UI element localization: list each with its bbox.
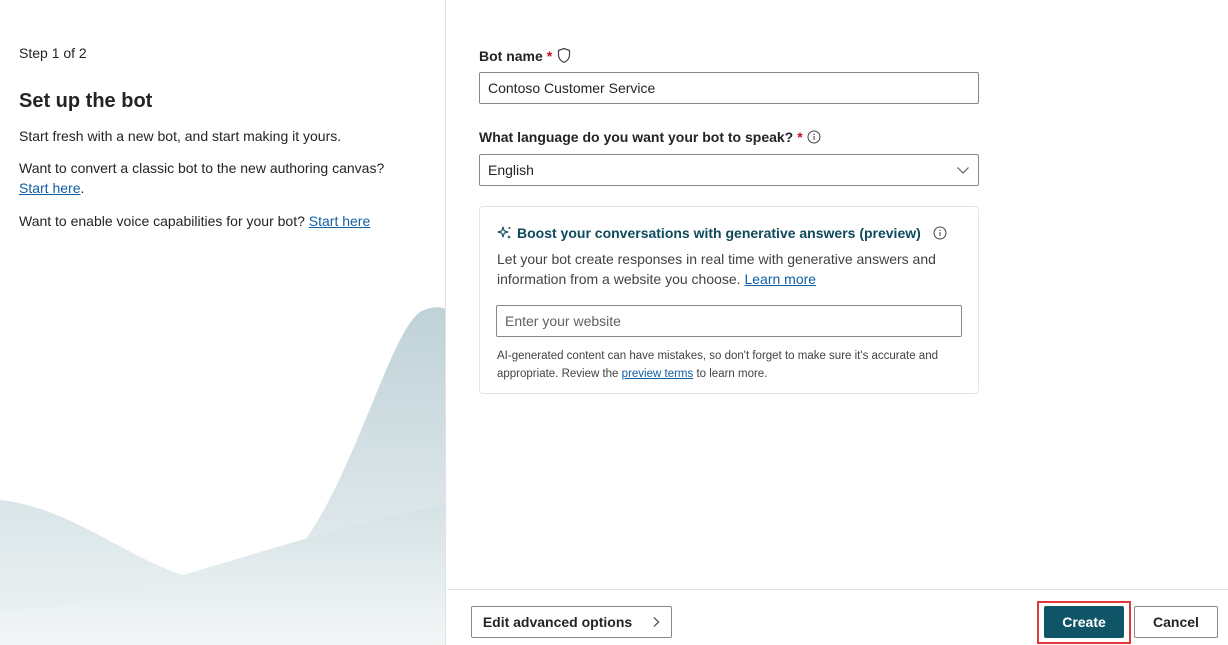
ai-disclaimer: AI-generated content can have mistakes, …: [497, 347, 967, 383]
convert-start-here-link[interactable]: Start here: [19, 180, 80, 196]
page-title: Set up the bot: [19, 90, 153, 112]
info-icon[interactable]: [933, 226, 947, 240]
learn-more-link[interactable]: Learn more: [744, 271, 816, 287]
voice-start-here-link[interactable]: Start here: [309, 213, 370, 229]
edit-advanced-options-label: Edit advanced options: [482, 614, 633, 630]
disclaimer-text-end: to learn more.: [696, 368, 768, 380]
convert-text: Want to convert a classic bot to the new…: [19, 158, 419, 198]
preview-terms-link[interactable]: preview terms: [622, 368, 694, 380]
generative-answers-title: Boost your conversations with generative…: [497, 225, 947, 241]
generative-answers-title-text: Boost your conversations with generative…: [517, 225, 921, 241]
shield-icon: [556, 47, 572, 64]
convert-text-label: Want to convert a classic bot to the new…: [19, 160, 385, 176]
right-panel: Bot name * Contoso Customer Service What…: [447, 0, 1228, 645]
generative-answers-card: Boost your conversations with generative…: [479, 206, 979, 394]
language-label-text: What language do you want your bot to sp…: [479, 129, 794, 145]
step-indicator: Step 1 of 2: [19, 45, 87, 61]
bot-name-label: Bot name *: [479, 47, 572, 64]
voice-text-label: Want to enable voice capabilities for yo…: [19, 213, 305, 229]
chevron-down-icon: [956, 165, 970, 175]
bot-name-input[interactable]: Contoso Customer Service: [479, 72, 979, 104]
edit-advanced-options-button[interactable]: Edit advanced options: [471, 606, 672, 638]
website-input[interactable]: Enter your website: [496, 305, 962, 337]
footer-bar: Edit advanced options Create Cancel: [447, 589, 1228, 645]
language-select[interactable]: English: [479, 154, 979, 186]
generative-answers-body: Let your bot create responses in real ti…: [497, 251, 936, 287]
bot-name-label-text: Bot name: [479, 47, 543, 64]
intro-text: Start fresh with a new bot, and start ma…: [19, 128, 342, 144]
generative-answers-description: Let your bot create responses in real ti…: [497, 249, 957, 289]
voice-text: Want to enable voice capabilities for yo…: [19, 211, 419, 231]
language-select-value: English: [488, 162, 534, 178]
left-panel: Step 1 of 2 Set up the bot Start fresh w…: [0, 0, 446, 645]
chevron-right-icon: [652, 616, 660, 628]
info-icon[interactable]: [807, 130, 821, 144]
required-mark: *: [797, 129, 803, 145]
required-mark: *: [546, 47, 553, 64]
create-button[interactable]: Create: [1044, 606, 1124, 638]
convert-period: .: [80, 180, 85, 196]
sparkle-icon: [497, 225, 513, 241]
cancel-button[interactable]: Cancel: [1134, 606, 1218, 638]
language-label: What language do you want your bot to sp…: [479, 129, 821, 145]
